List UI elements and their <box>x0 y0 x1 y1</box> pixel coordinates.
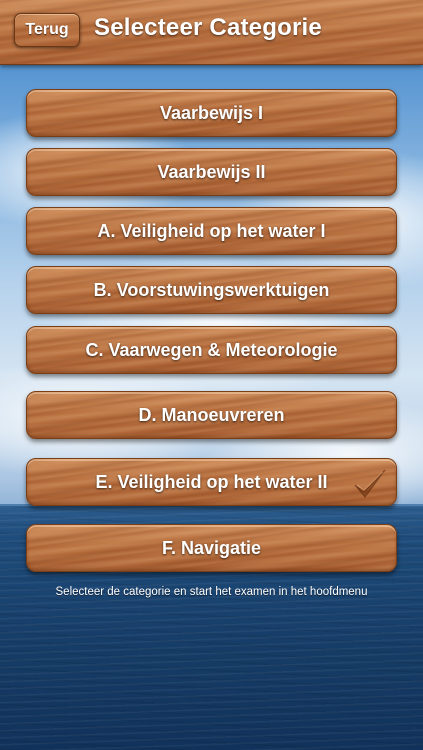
category-button-vaarbewijs-2[interactable]: Vaarbewijs II <box>26 148 397 196</box>
navigation-bar: Terug Selecteer Categorie <box>0 0 423 65</box>
category-button-vaarbewijs-1[interactable]: Vaarbewijs I <box>26 89 397 137</box>
checkmark-icon <box>354 469 386 498</box>
category-button-c[interactable]: C. Vaarwegen & Meteorologie <box>26 326 397 374</box>
category-label: D. Manoeuvreren <box>138 404 285 425</box>
category-label: F. Navigatie <box>161 537 262 558</box>
category-label: Vaarbewijs II <box>157 161 266 182</box>
back-button[interactable]: Terug <box>14 13 80 47</box>
category-button-b[interactable]: B. Voorstuwingswerktuigen <box>26 266 397 314</box>
category-button-a[interactable]: A. Veiligheid op het water I <box>26 207 397 255</box>
instruction-text: Selecteer de categorie en start het exam… <box>55 586 368 598</box>
screen: Terug Selecteer Categorie Vaarbewijs I V… <box>0 0 423 750</box>
category-label: A. Veiligheid op het water I <box>97 220 326 241</box>
category-button-e[interactable]: E. Veiligheid op het water II <box>26 458 397 506</box>
category-label: C. Vaarwegen & Meteorologie <box>85 339 338 360</box>
category-label: Vaarbewijs I <box>159 102 264 123</box>
category-button-d[interactable]: D. Manoeuvreren <box>26 391 397 439</box>
category-label: B. Voorstuwingswerktuigen <box>93 279 330 300</box>
category-button-f[interactable]: F. Navigatie <box>26 524 397 572</box>
category-label: E. Veiligheid op het water II <box>95 471 328 492</box>
page-title: Selecteer Categorie <box>94 14 322 41</box>
